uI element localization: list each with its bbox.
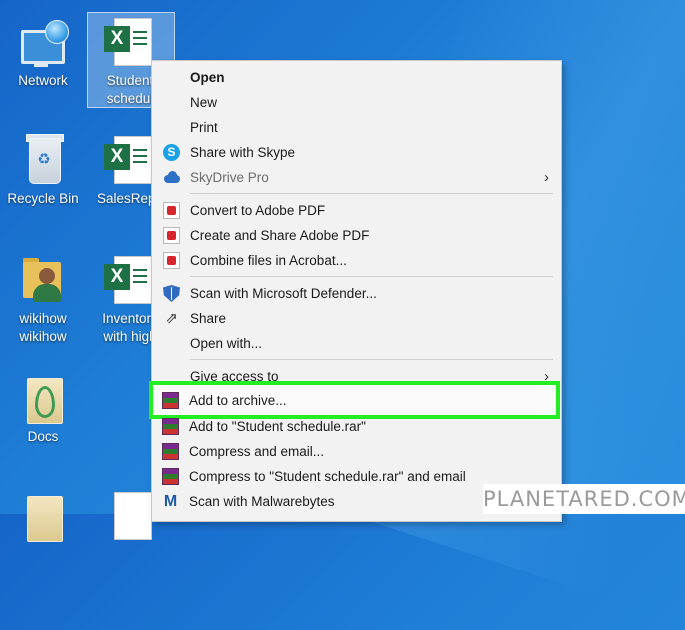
menu-item-compress-and-email[interactable]: Compress and email... xyxy=(151,439,560,464)
menu-item-share[interactable]: ⇗ Share xyxy=(152,306,561,331)
desktop-icon-wikihow[interactable]: wikihow wikihow xyxy=(3,254,83,346)
desktop-icon-label: Network xyxy=(18,73,68,88)
desktop-icon-recycle-bin[interactable]: ♻ Recycle Bin xyxy=(3,134,83,208)
menu-item-label: SkyDrive Pro xyxy=(190,170,269,185)
desktop-icon-partial[interactable] xyxy=(3,490,83,546)
excel-file-icon: X xyxy=(104,254,156,306)
menu-item-create-and-share-adobe-pdf[interactable]: Create and Share Adobe PDF xyxy=(152,223,561,248)
desktop-icon-label: wikihow xyxy=(19,311,67,326)
documents-folder-icon xyxy=(17,490,69,542)
winrar-icon xyxy=(162,418,179,435)
malwarebytes-icon: M xyxy=(163,493,178,510)
skype-icon: S xyxy=(163,144,180,161)
menu-item-label: Add to "Student schedule.rar" xyxy=(189,419,366,434)
watermark: PLANETARED.COM xyxy=(483,484,685,514)
desktop-icon-label: wikihow xyxy=(19,329,67,344)
menu-item-label: Compress to "Student schedule.rar" and e… xyxy=(189,469,466,484)
desktop-icon-label: Recycle Bin xyxy=(7,191,79,206)
menu-item-label: Scan with Malwarebytes xyxy=(189,494,335,509)
excel-file-icon: X xyxy=(104,16,156,68)
menu-item-print[interactable]: Print xyxy=(152,115,561,140)
desktop-icon-label: Docs xyxy=(27,429,59,444)
winrar-icon xyxy=(162,468,179,485)
excel-file-icon: X xyxy=(104,134,156,186)
menu-separator xyxy=(190,193,553,194)
menu-item-label: Open xyxy=(190,70,225,85)
menu-item-combine-files-in-acrobat[interactable]: Combine files in Acrobat... xyxy=(152,248,561,273)
menu-item-label: Share with Skype xyxy=(190,145,296,160)
adobe-acrobat-icon xyxy=(163,252,180,269)
menu-item-label: Combine files in Acrobat... xyxy=(190,253,347,268)
menu-item-label: Print xyxy=(190,120,218,135)
menu-item-open[interactable]: Open xyxy=(152,65,561,90)
menu-item-scan-with-defender[interactable]: Scan with Microsoft Defender... xyxy=(152,281,561,306)
menu-item-open-with[interactable]: Open with... xyxy=(152,331,561,356)
menu-item-label: New xyxy=(190,95,218,110)
menu-item-add-to-student-schedule-rar[interactable]: Add to "Student schedule.rar" xyxy=(151,414,560,439)
network-icon xyxy=(17,16,69,68)
menu-separator xyxy=(190,276,553,277)
menu-item-share-with-skype[interactable]: S Share with Skype xyxy=(152,140,561,165)
menu-item-new[interactable]: New xyxy=(152,90,561,115)
desktop-icon-docs[interactable]: Docs xyxy=(3,372,83,446)
user-folder-icon xyxy=(17,254,69,306)
menu-item-convert-to-adobe-pdf[interactable]: Convert to Adobe PDF xyxy=(152,198,561,223)
menu-separator xyxy=(190,359,553,360)
desktop-icon-network[interactable]: Network xyxy=(3,16,83,90)
menu-item-skydrive-pro[interactable]: SkyDrive Pro › xyxy=(152,165,561,190)
adobe-pdf-icon xyxy=(163,202,180,219)
menu-item-label: Scan with Microsoft Defender... xyxy=(190,286,377,301)
winrar-icon xyxy=(162,443,179,460)
excel-file-icon xyxy=(104,490,156,542)
documents-folder-icon xyxy=(17,372,69,424)
defender-shield-icon xyxy=(163,285,180,302)
menu-item-label: Convert to Adobe PDF xyxy=(190,203,326,218)
menu-item-label: Create and Share Adobe PDF xyxy=(190,228,370,243)
share-icon: ⇗ xyxy=(165,310,178,327)
menu-item-label: Open with... xyxy=(190,336,263,351)
menu-item-label: Share xyxy=(190,311,227,326)
cloud-icon xyxy=(163,169,180,186)
chevron-right-icon: › xyxy=(544,169,549,186)
recycle-bin-icon: ♻ xyxy=(17,134,69,186)
menu-item-label: Compress and email... xyxy=(189,444,325,459)
adobe-pdf-icon xyxy=(163,227,180,244)
